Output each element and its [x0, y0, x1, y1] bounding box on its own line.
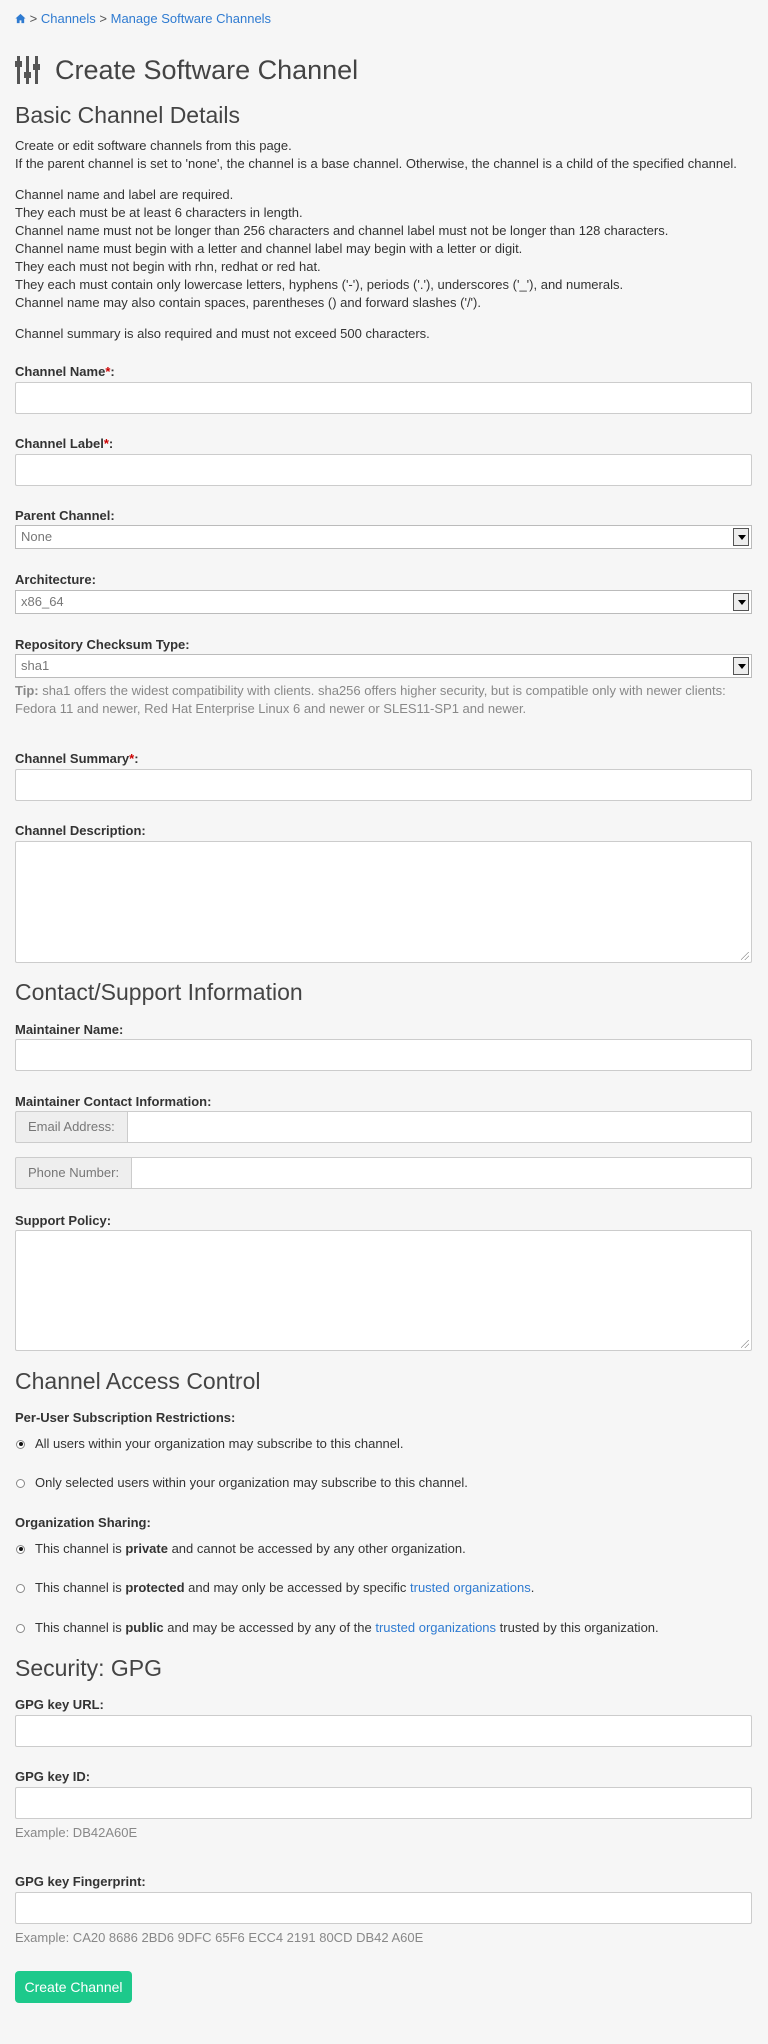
- dropdown-arrow-icon[interactable]: [733, 593, 749, 611]
- radio-button[interactable]: [16, 1583, 25, 1593]
- intro-text: Create or edit software channels from th…: [15, 137, 737, 173]
- sharing-private-option[interactable]: This channel is private and cannot be ac…: [15, 1540, 466, 1558]
- contact-heading: Contact/Support Information: [15, 979, 303, 1005]
- gpg-fingerprint-example: Example: CA20 8686 2BD6 9DFC 65F6 ECC4 2…: [15, 1930, 424, 1945]
- page-header: Create Software Channel: [15, 53, 753, 87]
- per-user-restrictions-label: Per-User Subscription Restrictions:: [15, 1410, 236, 1425]
- channel-label-input[interactable]: [15, 454, 752, 486]
- rule-line: Channel name may also contain spaces, pa…: [15, 295, 481, 310]
- resize-grip-icon[interactable]: [741, 952, 749, 960]
- dropdown-arrow-icon[interactable]: [733, 528, 749, 546]
- breadcrumb-separator: >: [99, 11, 107, 26]
- checksum-tip: Tip: sha1 offers the widest compatibilit…: [15, 682, 726, 718]
- per-user-selected-option[interactable]: Only selected users within your organiza…: [15, 1474, 468, 1492]
- channel-description-label: Channel Description:: [15, 823, 146, 838]
- gpg-id-example: Example: DB42A60E: [15, 1825, 138, 1840]
- phone-input[interactable]: [132, 1157, 752, 1189]
- phone-addon: Phone Number:: [15, 1157, 133, 1189]
- page-title: Create Software Channel: [55, 55, 359, 85]
- rule-line: Channel name must not be longer than 256…: [15, 223, 669, 238]
- trusted-orgs-link[interactable]: trusted organizations: [410, 1580, 531, 1595]
- intro-line: Create or edit software channels from th…: [15, 138, 292, 153]
- radio-label: This channel is public and may be access…: [35, 1620, 659, 1635]
- rule-line: They each must be at least 6 characters …: [15, 205, 303, 220]
- per-user-all-option[interactable]: All users within your organization may s…: [15, 1435, 404, 1453]
- dropdown-arrow-icon[interactable]: [733, 657, 749, 675]
- email-input-group: Email Address:: [15, 1111, 752, 1143]
- checksum-type-select[interactable]: sha1: [15, 654, 752, 678]
- channel-name-label: Channel Name*:: [15, 364, 115, 379]
- sliders-icon: [15, 56, 40, 84]
- gpg-heading: Security: GPG: [15, 1655, 162, 1681]
- channel-name-input[interactable]: [15, 382, 752, 414]
- radio-label: This channel is protected and may only b…: [35, 1580, 535, 1595]
- channel-summary-label: Channel Summary*:: [15, 751, 139, 766]
- home-icon[interactable]: [15, 13, 26, 24]
- phone-input-group: Phone Number:: [15, 1157, 752, 1189]
- radio-label: All users within your organization may s…: [35, 1436, 404, 1451]
- trusted-orgs-link[interactable]: trusted organizations: [375, 1620, 496, 1635]
- parent-channel-label: Parent Channel:: [15, 508, 115, 523]
- maintainer-name-input[interactable]: [15, 1039, 752, 1071]
- sharing-public-option[interactable]: This channel is public and may be access…: [15, 1619, 659, 1637]
- intro-line: If the parent channel is set to 'none', …: [15, 156, 737, 171]
- resize-grip-icon[interactable]: [741, 1340, 749, 1348]
- parent-channel-select[interactable]: None: [15, 525, 752, 549]
- gpg-id-input[interactable]: [15, 1787, 752, 1819]
- email-addon: Email Address:: [15, 1111, 128, 1143]
- rule-line: Channel name and label are required.: [15, 187, 234, 202]
- radio-button[interactable]: [16, 1478, 25, 1488]
- gpg-fingerprint-label: GPG key Fingerprint:: [15, 1874, 146, 1889]
- maintainer-name-label: Maintainer Name:: [15, 1022, 124, 1037]
- access-control-heading: Channel Access Control: [15, 1368, 261, 1394]
- architecture-label: Architecture:: [15, 572, 96, 587]
- rule-line: They each must contain only lowercase le…: [15, 277, 624, 292]
- breadcrumb-manage-link[interactable]: Manage Software Channels: [111, 11, 271, 26]
- rule-line: Channel name must begin with a letter an…: [15, 241, 523, 256]
- breadcrumb-separator: >: [29, 11, 38, 26]
- summary-rule: Channel summary is also required and mus…: [15, 326, 430, 341]
- rule-line: They each must not begin with rhn, redha…: [15, 259, 321, 274]
- breadcrumb: > Channels > Manage Software Channels: [15, 0, 753, 35]
- tip-text: sha1 offers the widest compatibility wit…: [38, 683, 726, 698]
- channel-label-label: Channel Label*:: [15, 436, 114, 451]
- create-channel-button[interactable]: Create Channel: [15, 1971, 132, 2003]
- architecture-value: x86_64: [21, 594, 64, 609]
- maintainer-contact-label: Maintainer Contact Information:: [15, 1094, 212, 1109]
- breadcrumb-channels-link[interactable]: Channels: [41, 11, 96, 26]
- support-policy-label: Support Policy:: [15, 1213, 112, 1228]
- checksum-type-value: sha1: [21, 658, 50, 673]
- gpg-url-label: GPG key URL:: [15, 1697, 104, 1712]
- radio-button[interactable]: [16, 1544, 25, 1554]
- radio-label: This channel is private and cannot be ac…: [35, 1541, 466, 1556]
- radio-label: Only selected users within your organiza…: [35, 1475, 468, 1490]
- radio-button[interactable]: [16, 1623, 25, 1633]
- channel-summary-input[interactable]: [15, 769, 752, 801]
- gpg-url-input[interactable]: [15, 1715, 752, 1747]
- email-input[interactable]: [127, 1111, 752, 1143]
- tip-prefix: Tip:: [15, 683, 39, 698]
- org-sharing-label: Organization Sharing:: [15, 1515, 151, 1530]
- sharing-protected-option[interactable]: This channel is protected and may only b…: [15, 1579, 534, 1597]
- channel-description-textarea[interactable]: [15, 841, 752, 963]
- architecture-select[interactable]: x86_64: [15, 590, 752, 614]
- support-policy-textarea[interactable]: [15, 1230, 752, 1351]
- parent-channel-value: None: [21, 529, 53, 544]
- basic-details-heading: Basic Channel Details: [15, 102, 241, 128]
- gpg-fingerprint-input[interactable]: [15, 1892, 752, 1924]
- checksum-type-label: Repository Checksum Type:: [15, 637, 190, 652]
- radio-button[interactable]: [16, 1439, 25, 1449]
- gpg-id-label: GPG key ID:: [15, 1769, 91, 1784]
- naming-rules: Channel name and label are required. The…: [15, 186, 668, 312]
- tip-text: Fedora 11 and newer, Red Hat Enterprise …: [15, 701, 527, 716]
